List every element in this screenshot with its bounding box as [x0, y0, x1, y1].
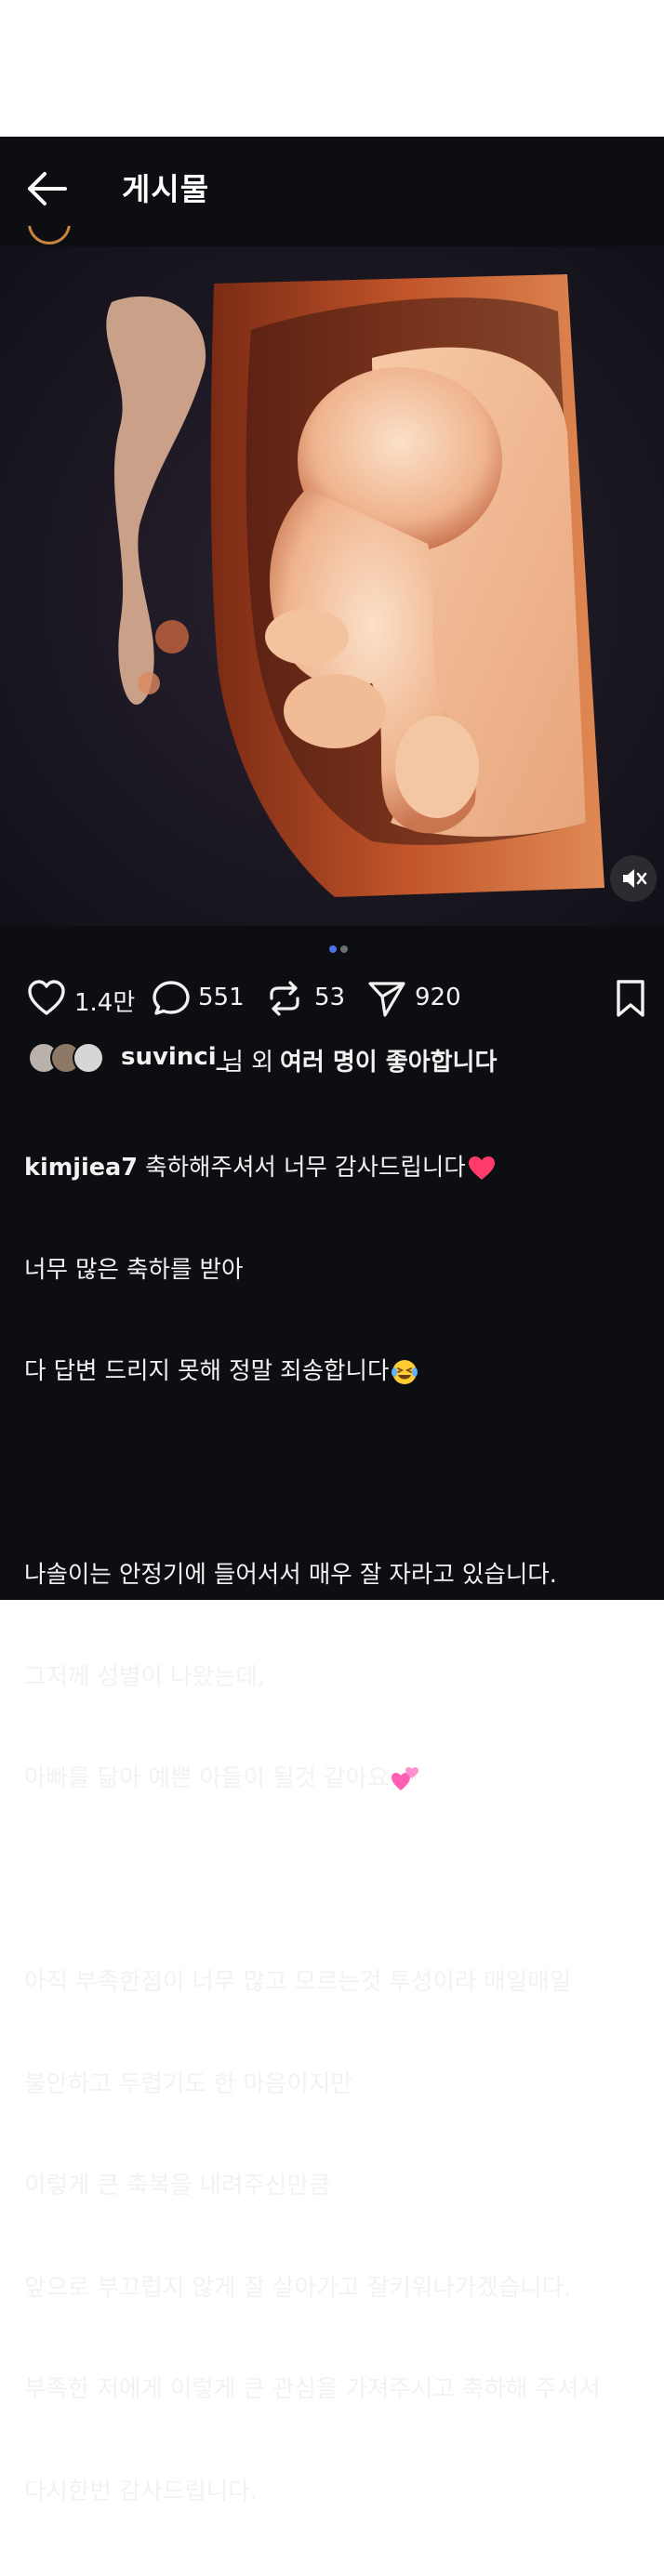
repost-icon[interactable]	[264, 978, 305, 1019]
caption-line: kimjiea7 축하해주셔서 너무 감사드립니다	[24, 1151, 647, 1185]
caption-line	[24, 1457, 647, 1491]
comment-icon[interactable]	[151, 978, 192, 1019]
post-caption: kimjiea7 축하해주셔서 너무 감사드립니다 너무 많은 축하를 받아 다…	[24, 1083, 647, 2576]
carousel-dot	[340, 945, 348, 953]
caption-line: 너무 많은 축하를 받아	[24, 1255, 244, 1284]
caption-line: 이렇게 큰 축복을 내려주신만큼	[24, 2172, 331, 2200]
caption-line: 그저께 성별이 나왔는데,	[24, 1662, 265, 1691]
comment-count[interactable]: 551	[198, 984, 245, 1011]
liked-by-row[interactable]: suvinci_ 님 외 여러 명이 좋아합니다	[0, 1038, 664, 1079]
caption-line: 앞으로 부끄럽지 않게 잘 살아가고 잘키워나가겠습니다.	[24, 2273, 572, 2302]
caption-line: 다시한번 감사드립니다.	[24, 2477, 258, 2505]
caption-line: 아직 부족한점이 너무 많고 모르는것 투성이라 매일매일	[24, 1968, 572, 1996]
post-screen: 게시물 1.4만 551 53 920 suvinci_ 님 외 여러 명이 좋…	[0, 137, 664, 2505]
two-hearts-emoji-icon	[392, 1767, 419, 1790]
heart-emoji-icon	[468, 1156, 495, 1180]
caption-line: 불안하고 두렵기도 한 마음이지만	[24, 2069, 352, 2098]
top-bar: 게시물	[0, 137, 664, 246]
heart-icon[interactable]	[26, 978, 67, 1019]
caption-text: 아빠를 닮아 예쁜 아들이 될것 같아요	[24, 1764, 390, 1792]
bookmark-icon[interactable]	[614, 978, 647, 1019]
avatar[interactable]	[28, 226, 71, 244]
repost-count[interactable]: 53	[314, 984, 345, 1011]
liked-by-text: 님 외	[221, 1049, 274, 1077]
author-username[interactable]: kimjiea7	[24, 1154, 138, 1182]
caption-line: 나솔이는 안정기에 들어서서 매우 잘 자라고 있습니다.	[24, 1561, 557, 1589]
author-row-clipped	[0, 226, 664, 246]
speaker-muted-icon[interactable]	[610, 855, 657, 902]
liked-by-others[interactable]: 여러 명이 좋아합니다	[280, 1043, 497, 1077]
caption-line: 부족한 저에게 이렇게 큰 관심을 가져주시고 축하해 주셔서	[24, 2375, 601, 2403]
page-title: 게시물	[122, 171, 210, 207]
carousel-dot-active	[329, 945, 337, 953]
laughing-tears-emoji-icon	[392, 1360, 418, 1384]
caption-text: 축하해주셔서 너무 감사드립니다	[138, 1154, 466, 1182]
share-count[interactable]: 920	[415, 984, 461, 1011]
like-count[interactable]: 1.4만	[74, 984, 135, 1018]
send-icon[interactable]	[366, 978, 407, 1019]
arrow-left-icon[interactable]	[24, 168, 71, 209]
caption-line	[24, 1864, 647, 1898]
ultrasound-image	[0, 246, 664, 926]
caption-text: 다 답변 드리지 못해 정말 죄송합니다	[24, 1357, 390, 1385]
caption-line: 아빠를 닮아 예쁜 아들이 될것 같아요	[24, 1762, 647, 1796]
post-media[interactable]	[0, 246, 664, 926]
action-bar: 1.4만 551 53 920	[0, 976, 664, 1024]
top-blank-area	[0, 0, 664, 137]
liker-username[interactable]: suvinci_	[121, 1043, 229, 1071]
avatar	[73, 1042, 104, 1074]
caption-line: 다 답변 드리지 못해 정말 죄송합니다	[24, 1354, 647, 1389]
